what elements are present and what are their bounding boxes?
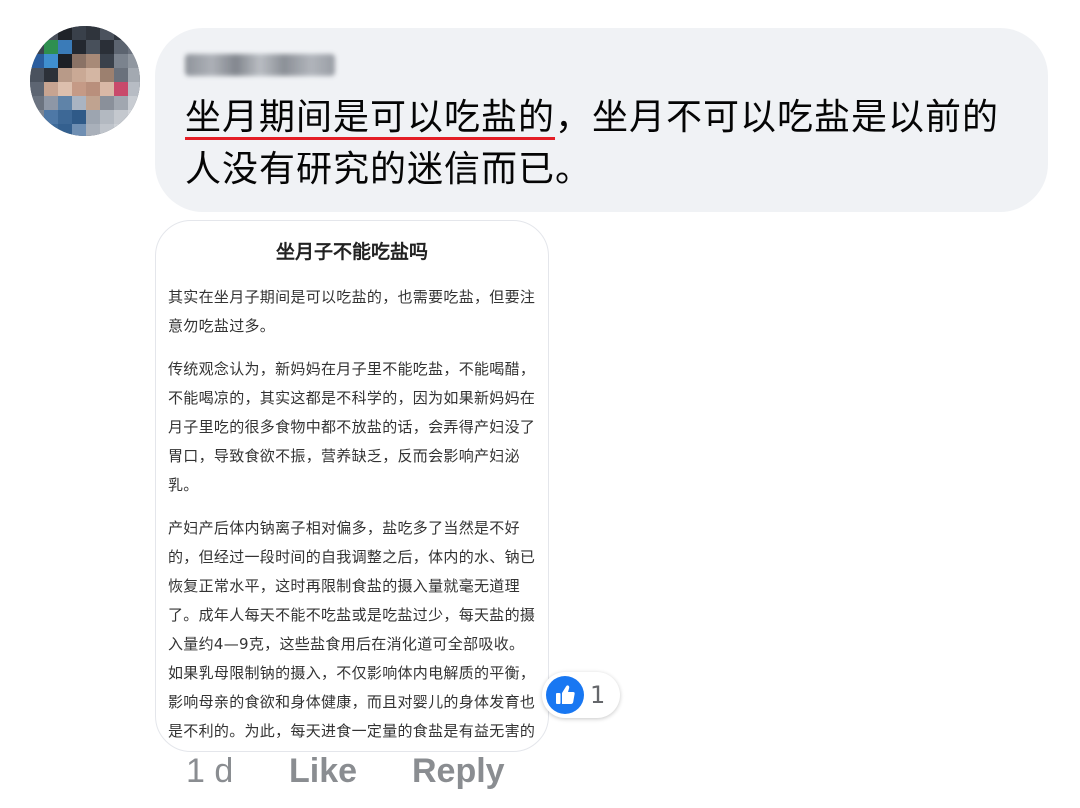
avatar[interactable] [30, 26, 140, 136]
comment-text-underlined: 坐月期间是可以吃盐的 [185, 97, 556, 138]
timestamp[interactable]: 1 d [186, 748, 233, 794]
article-paragraph: 其实在坐月子期间是可以吃盐的，也需要吃盐，但要注意勿吃盐过多。 [168, 288, 536, 335]
reply-button[interactable]: Reply [412, 748, 505, 794]
article-body: 其实在坐月子期间是可以吃盐的，也需要吃盐，但要注意勿吃盐过多。 传统观念认为，新… [168, 283, 538, 751]
attached-image[interactable]: 坐月子不能吃盐吗 其实在坐月子期间是可以吃盐的，也需要吃盐，但要注意勿吃盐过多。… [155, 220, 549, 752]
reaction-summary[interactable]: 1 [542, 672, 620, 718]
like-button[interactable]: Like [289, 748, 357, 794]
comment-bubble: 坐月期间是可以吃盐的，坐月不可以吃盐是以前的人没有研究的迷信而已。 [155, 28, 1048, 212]
comment-text: 坐月期间是可以吃盐的，坐月不可以吃盐是以前的人没有研究的迷信而已。 [185, 92, 1005, 196]
article-title: 坐月子不能吃盐吗 [275, 241, 428, 263]
thumbs-up-icon [546, 676, 584, 714]
article-paragraph: 传统观念认为，新妈妈在月子里不能吃盐，不能喝醋，不能喝凉的，其实这都是不科学的，… [168, 360, 536, 494]
article-paragraph: 产妇产后体内钠离子相对偏多，盐吃多了当然是不好的，但经过一段时间的自我调整之后，… [168, 519, 536, 740]
reaction-count: 1 [590, 681, 606, 709]
author-name-redacted[interactable] [185, 54, 335, 76]
